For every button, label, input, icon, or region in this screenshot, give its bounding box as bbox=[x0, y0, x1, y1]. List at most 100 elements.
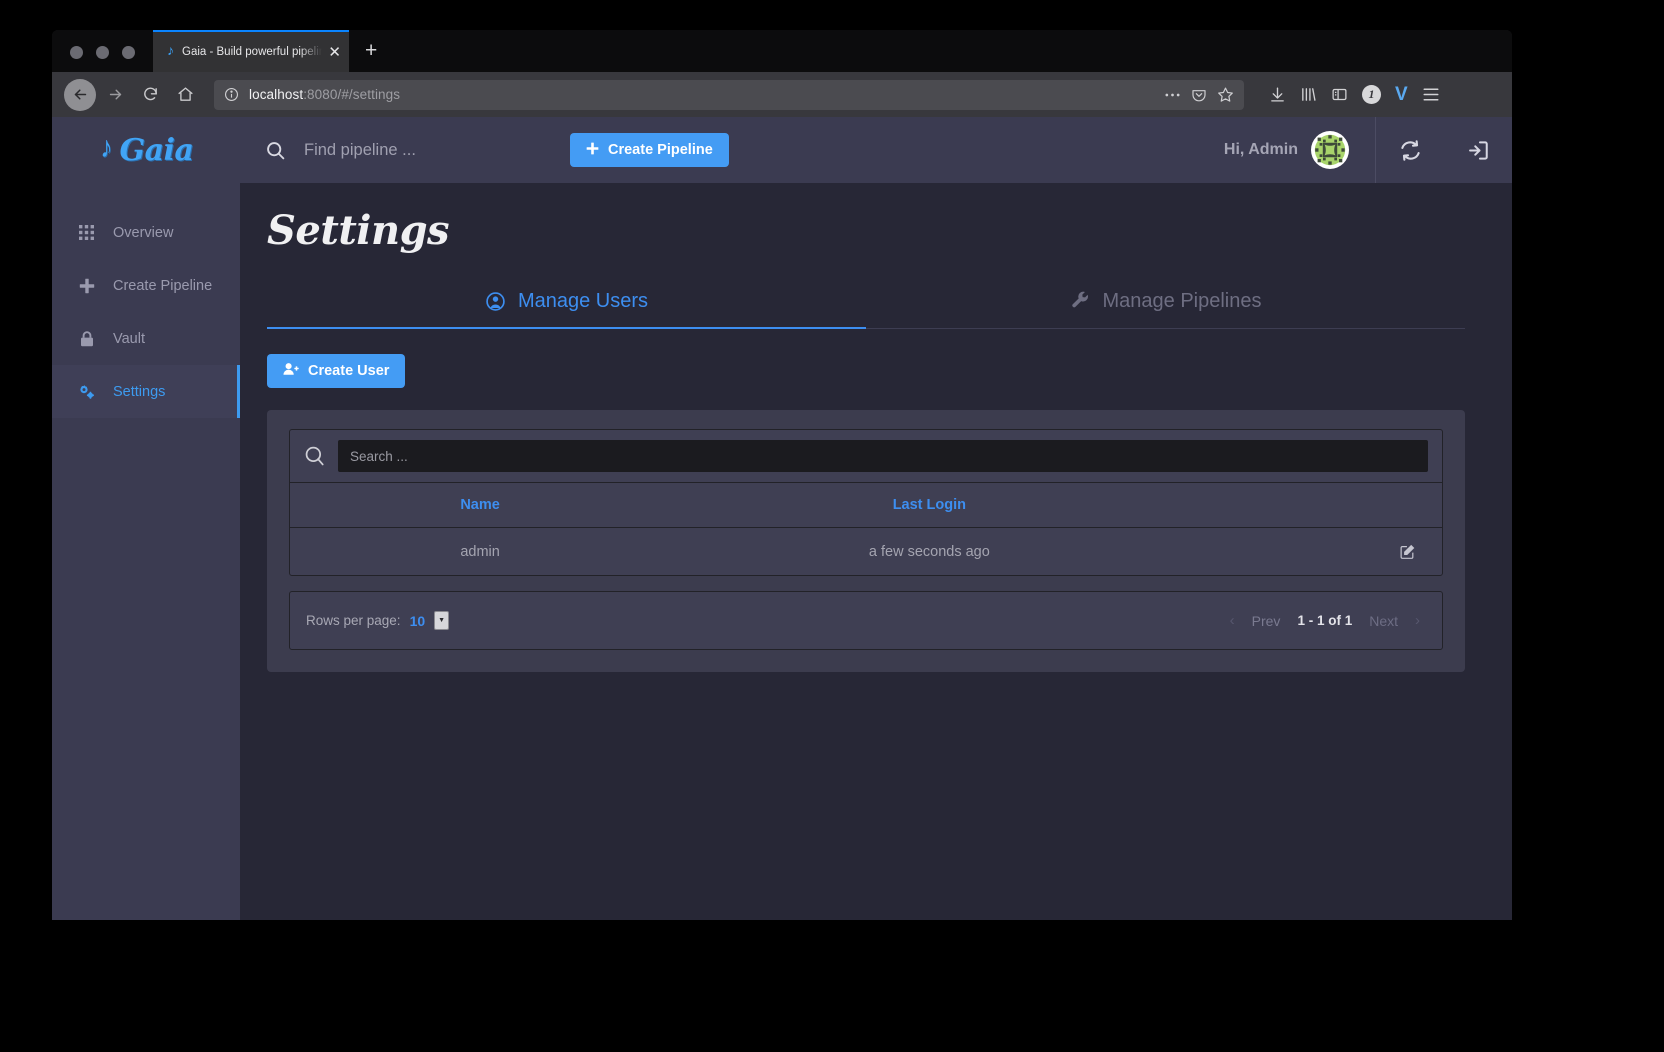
table-search-row bbox=[290, 430, 1442, 482]
pagination-range: 1 - 1 of 1 bbox=[1297, 613, 1353, 628]
avatar[interactable] bbox=[1311, 131, 1349, 169]
column-header-name[interactable]: Name bbox=[290, 497, 670, 513]
gaia-app: ♪ Gaia Overview Create Pipeline Vault Se… bbox=[52, 117, 1512, 920]
grid-icon bbox=[78, 225, 95, 240]
sidebar-item-label: Create Pipeline bbox=[113, 277, 213, 294]
user-circle-icon bbox=[485, 291, 506, 312]
tab-label: Manage Pipelines bbox=[1102, 290, 1262, 312]
greeting-text: Hi, Admin bbox=[1223, 141, 1298, 158]
bookmark-star-icon[interactable] bbox=[1217, 86, 1234, 103]
pocket-icon[interactable] bbox=[1191, 87, 1207, 103]
brand-name: Gaia bbox=[119, 132, 194, 168]
wrench-icon bbox=[1070, 291, 1091, 312]
tab-manage-pipelines[interactable]: Manage Pipelines bbox=[866, 280, 1465, 328]
sidebar-icon[interactable] bbox=[1331, 86, 1348, 103]
url-bar[interactable]: localhost:8080/#/settings bbox=[214, 79, 1244, 110]
create-user-button[interactable]: Create User bbox=[267, 354, 406, 388]
topbar-right: Hi, Admin bbox=[1224, 117, 1512, 183]
refresh-icon[interactable] bbox=[1376, 117, 1444, 183]
account-icon[interactable]: 1 bbox=[1362, 85, 1381, 104]
cell-name: admin bbox=[460, 543, 500, 560]
home-icon[interactable] bbox=[169, 79, 201, 111]
settings-tabs: Manage Users Manage Pipelines bbox=[267, 280, 1465, 329]
table-header-row: Name Last Login bbox=[290, 482, 1442, 528]
settings-page: Settings Manage Users Manage Pipelines C… bbox=[240, 183, 1512, 672]
tab-label: Manage Users bbox=[517, 290, 649, 312]
users-table-card: Name Last Login admin a few seconds ago bbox=[267, 410, 1465, 672]
browser-nav-toolbar: localhost:8080/#/settings 1 V bbox=[52, 72, 1512, 117]
search-icon bbox=[304, 445, 326, 467]
close-icon[interactable]: ✕ bbox=[322, 45, 341, 60]
content-area: Create Pipeline Hi, Admin bbox=[240, 117, 1512, 920]
brand-logo[interactable]: ♪ Gaia bbox=[52, 117, 240, 183]
sidebar-item-label: Overview bbox=[113, 224, 174, 241]
url-host: localhost bbox=[249, 87, 304, 102]
sidebar-item-label: Vault bbox=[113, 330, 145, 347]
sidebar-nav: Overview Create Pipeline Vault Settings bbox=[52, 206, 240, 418]
vivaldi-icon[interactable]: V bbox=[1395, 84, 1408, 106]
browser-window: ♪ Gaia - Build powerful pipelines in any… bbox=[52, 30, 1512, 920]
window-traffic-lights bbox=[52, 46, 153, 72]
url-text: localhost:8080/#/settings bbox=[249, 87, 1154, 102]
find-pipeline-input[interactable] bbox=[304, 140, 544, 160]
user-plus-icon bbox=[283, 362, 299, 380]
download-icon[interactable] bbox=[1269, 86, 1286, 103]
gaia-note-icon: ♪ bbox=[100, 131, 113, 164]
menu-icon[interactable] bbox=[1422, 87, 1440, 102]
reload-icon[interactable] bbox=[134, 79, 166, 111]
logout-icon[interactable] bbox=[1444, 117, 1512, 183]
topbar-actions bbox=[1375, 117, 1512, 183]
prev-page-button[interactable]: Prev bbox=[1252, 613, 1281, 629]
url-path: :8080/#/settings bbox=[303, 87, 401, 102]
rows-per-page-value: 10 bbox=[409, 612, 426, 629]
close-window-button[interactable] bbox=[70, 46, 83, 59]
sidebar-item-overview[interactable]: Overview bbox=[52, 206, 240, 259]
plus-icon bbox=[78, 278, 95, 294]
browser-tab[interactable]: ♪ Gaia - Build powerful pipelines in any… bbox=[153, 30, 349, 72]
rows-per-page-label: Rows per page: bbox=[306, 613, 401, 628]
browser-tab-title: Gaia - Build powerful pipelines in any p… bbox=[182, 46, 323, 58]
browser-toolbar-right: 1 V bbox=[1255, 84, 1440, 106]
sidebar-item-label: Settings bbox=[113, 383, 166, 400]
column-header-actions bbox=[1189, 497, 1442, 513]
sidebar: ♪ Gaia Overview Create Pipeline Vault Se… bbox=[52, 117, 240, 920]
forward-icon[interactable] bbox=[99, 79, 131, 111]
plus-icon bbox=[586, 142, 599, 159]
pagination: Rows per page: 10 ▼ ‹ Prev 1 - 1 of 1 Ne… bbox=[289, 591, 1443, 650]
page-actions-icon[interactable] bbox=[1164, 92, 1181, 98]
column-header-last-login[interactable]: Last Login bbox=[670, 497, 1188, 513]
info-icon[interactable] bbox=[224, 87, 239, 102]
identicon-avatar bbox=[1313, 133, 1347, 167]
rows-per-page[interactable]: Rows per page: 10 ▼ bbox=[306, 611, 450, 630]
pager: ‹ Prev 1 - 1 of 1 Next › bbox=[1230, 612, 1424, 629]
minimize-window-button[interactable] bbox=[96, 46, 109, 59]
create-pipeline-button[interactable]: Create Pipeline bbox=[570, 133, 729, 167]
gaia-note-icon: ♪ bbox=[167, 44, 174, 59]
chevron-down-icon[interactable]: ▼ bbox=[434, 611, 450, 630]
user-greeting[interactable]: Hi, Admin bbox=[1224, 131, 1375, 169]
tab-manage-users[interactable]: Manage Users bbox=[267, 280, 866, 329]
back-icon[interactable] bbox=[64, 78, 96, 111]
sidebar-item-vault[interactable]: Vault bbox=[52, 312, 240, 365]
library-icon[interactable] bbox=[1300, 86, 1317, 103]
new-tab-button[interactable]: + bbox=[349, 40, 391, 72]
table-row[interactable]: admin a few seconds ago bbox=[290, 528, 1442, 575]
users-table: Name Last Login admin a few seconds ago bbox=[289, 429, 1443, 576]
lock-icon bbox=[78, 330, 95, 347]
create-user-label: Create User bbox=[308, 363, 390, 379]
user-search-input[interactable] bbox=[338, 440, 1428, 472]
sidebar-item-create-pipeline[interactable]: Create Pipeline bbox=[52, 259, 240, 312]
create-pipeline-label: Create Pipeline bbox=[608, 142, 713, 158]
topbar: Create Pipeline Hi, Admin bbox=[240, 117, 1512, 183]
gears-icon bbox=[78, 384, 95, 400]
page-title: Settings bbox=[267, 207, 450, 254]
next-page-button[interactable]: Next bbox=[1369, 613, 1398, 629]
pipeline-search[interactable] bbox=[265, 140, 570, 161]
edit-icon[interactable] bbox=[1399, 543, 1416, 560]
search-icon bbox=[265, 140, 286, 161]
next-arrow-icon[interactable]: › bbox=[1415, 612, 1420, 629]
prev-arrow-icon[interactable]: ‹ bbox=[1230, 612, 1235, 629]
browser-tab-strip: ♪ Gaia - Build powerful pipelines in any… bbox=[52, 30, 1512, 72]
maximize-window-button[interactable] bbox=[122, 46, 135, 59]
sidebar-item-settings[interactable]: Settings bbox=[52, 365, 240, 418]
